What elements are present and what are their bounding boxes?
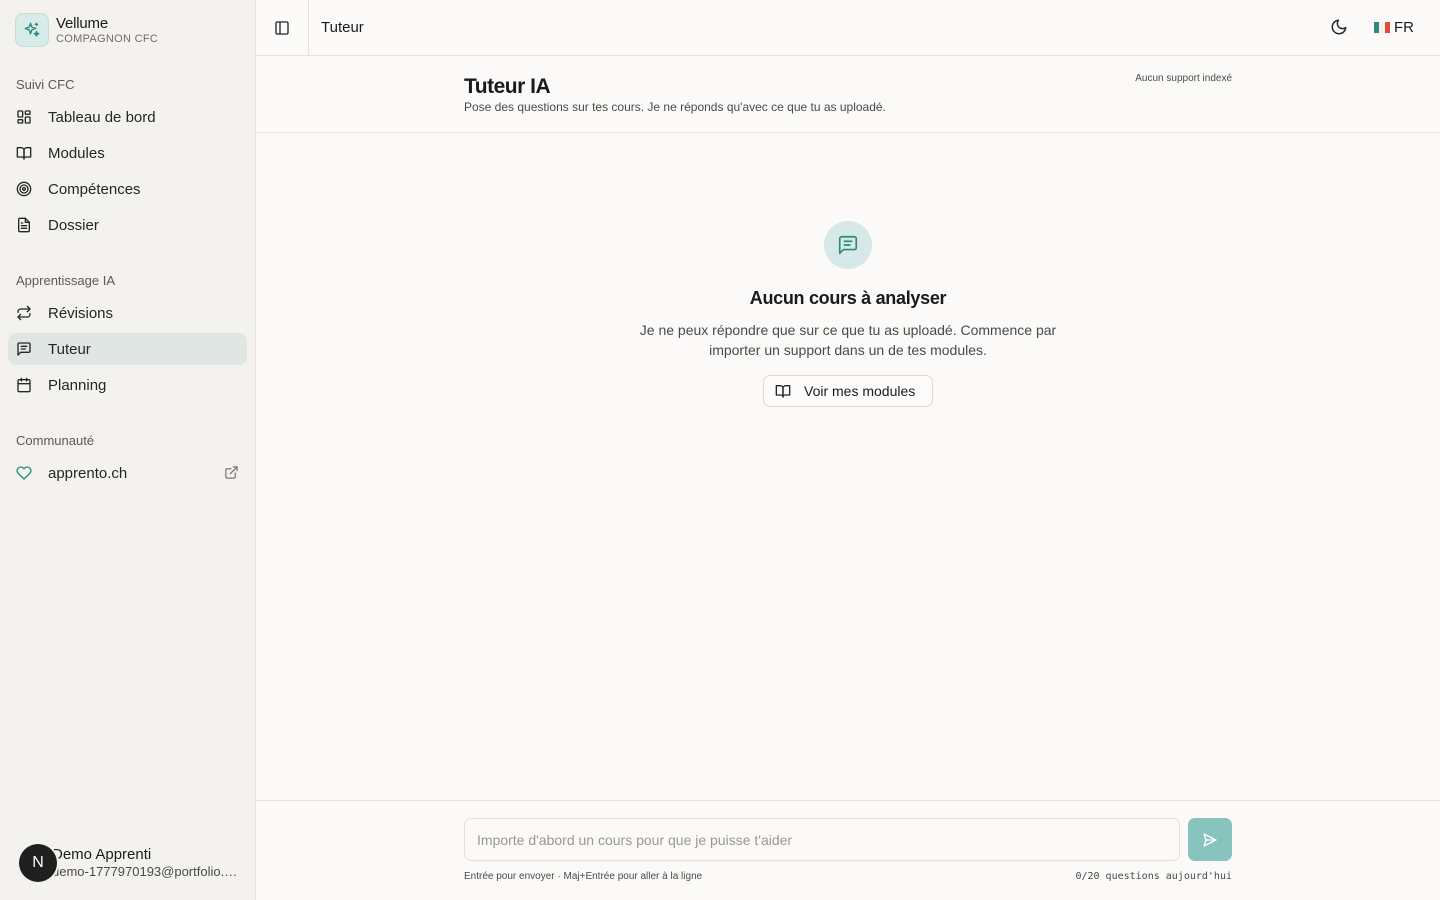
page-header: Tuteur IA Pose des questions sur tes cou… xyxy=(256,56,1440,133)
book-icon xyxy=(775,385,791,398)
view-modules-label: Voir mes modules xyxy=(804,383,916,399)
sidebar-item-label: apprento.ch xyxy=(48,464,128,482)
sidebar-item-dossier[interactable]: Dossier xyxy=(8,209,247,241)
flag-icon xyxy=(1374,22,1390,33)
user-email: demo-1777970193@portfolio.local xyxy=(52,864,238,879)
message-icon xyxy=(16,341,32,357)
sidebar-item-label: Tuteur xyxy=(48,340,91,358)
sidebar-item-label: Planning xyxy=(48,376,107,394)
brand-name: Vellume xyxy=(56,14,108,32)
section-label-suivi: Suivi CFC xyxy=(16,77,75,92)
heart-icon xyxy=(16,465,32,481)
sidebar-item-competences[interactable]: Compétences xyxy=(8,173,247,205)
sidebar-item-label: Modules xyxy=(48,144,105,162)
calendar-icon xyxy=(16,377,32,393)
empty-state-description: Je ne peux répondre que sur ce que tu as… xyxy=(639,322,1057,358)
repeat-icon xyxy=(16,305,32,321)
section-label-apprentissage: Apprentissage IA xyxy=(16,273,116,288)
page-subtitle: Pose des questions sur tes cours. Je ne … xyxy=(464,100,886,114)
sidebar-item-label: Révisions xyxy=(48,304,114,322)
dashboard-icon xyxy=(16,109,32,125)
composer: Entrée pour envoyer · Maj+Entrée pour al… xyxy=(256,800,1440,900)
target-icon xyxy=(16,181,32,197)
language-label: FR xyxy=(1394,19,1414,36)
send-icon xyxy=(1203,832,1217,847)
sparkles-icon xyxy=(15,13,49,47)
sidebar-toggle-button[interactable] xyxy=(270,16,294,40)
user-menu[interactable]: N Demo Apprenti demo-1777970193@portfoli… xyxy=(19,843,249,883)
sidebar-item-tuteur[interactable]: Tuteur xyxy=(8,333,247,365)
sidebar: Vellume COMPAGNON CFC Suivi CFC Tableau … xyxy=(0,0,256,900)
brand-subtitle: COMPAGNON CFC xyxy=(56,32,159,45)
sidebar-item-modules[interactable]: Modules xyxy=(8,137,247,169)
sidebar-item-apprento[interactable]: apprento.ch xyxy=(8,457,247,489)
panel-left-icon xyxy=(275,21,289,35)
divider xyxy=(308,0,309,56)
language-selector[interactable]: FR xyxy=(1374,19,1414,36)
moon-icon xyxy=(1331,19,1347,35)
book-icon xyxy=(16,145,32,161)
page-title: Tuteur IA xyxy=(464,75,551,98)
sidebar-item-dashboard[interactable]: Tableau de bord xyxy=(8,101,247,133)
sidebar-item-label: Tableau de bord xyxy=(48,108,156,126)
section-label-communaute: Communauté xyxy=(16,433,95,448)
chat-input[interactable] xyxy=(464,818,1180,861)
sidebar-item-revisions[interactable]: Révisions xyxy=(8,297,247,329)
empty-state-title: Aucun cours à analyser xyxy=(749,288,947,308)
document-icon xyxy=(16,217,32,233)
user-name: Demo Apprenti xyxy=(52,846,152,863)
top-bar: Tuteur FR xyxy=(256,0,1440,56)
avatar: N xyxy=(19,844,57,882)
sidebar-item-planning[interactable]: Planning xyxy=(8,369,247,401)
breadcrumb: Tuteur xyxy=(321,19,364,36)
sidebar-item-label: Compétences xyxy=(48,180,141,198)
view-modules-button[interactable]: Voir mes modules xyxy=(763,375,933,407)
brand[interactable]: Vellume COMPAGNON CFC xyxy=(15,13,158,47)
sidebar-item-label: Dossier xyxy=(48,216,99,234)
index-status: Aucun support indexé xyxy=(1135,73,1232,84)
send-button[interactable] xyxy=(1188,818,1232,861)
external-link-icon xyxy=(224,465,239,480)
theme-toggle-button[interactable] xyxy=(1330,18,1350,38)
keyboard-hint: Entrée pour envoyer · Maj+Entrée pour al… xyxy=(464,871,703,882)
question-quota: 0/20 questions aujourd'hui xyxy=(1075,871,1232,882)
message-icon xyxy=(824,221,872,269)
